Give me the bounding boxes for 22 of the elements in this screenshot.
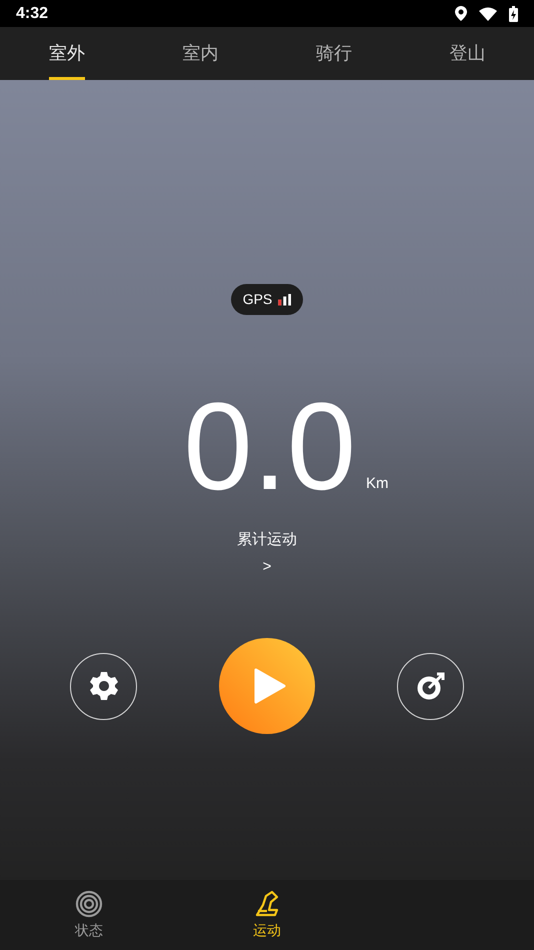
settings-button[interactable] — [70, 652, 137, 720]
nav-item[interactable]: 状态 — [0, 880, 178, 950]
shoe-icon — [253, 890, 281, 918]
concentric-circles-icon — [75, 890, 103, 918]
distance-value: 0.0 — [184, 397, 356, 497]
sport-tab[interactable]: 室内 — [134, 27, 267, 80]
target-button[interactable] — [397, 652, 464, 720]
nav-item[interactable]: 运动 — [178, 880, 356, 950]
battery-icon — [509, 6, 518, 22]
distance-unit: Km — [366, 474, 388, 494]
chevron-icon[interactable]: > — [262, 556, 272, 578]
gps-label: GPS — [242, 290, 272, 309]
total-sport-link[interactable]: 累计运动 — [237, 529, 297, 552]
play-icon — [254, 668, 286, 704]
status-time: 4:32 — [16, 4, 48, 24]
settings-icon — [88, 671, 118, 701]
wifi-icon — [479, 6, 497, 20]
location-icon — [455, 6, 467, 21]
sport-tab[interactable]: 登山 — [400, 27, 534, 80]
signal-bars-icon — [278, 294, 292, 306]
sport-tab[interactable]: 室外 — [0, 27, 134, 80]
sport-tab[interactable]: 骑行 — [267, 27, 400, 80]
